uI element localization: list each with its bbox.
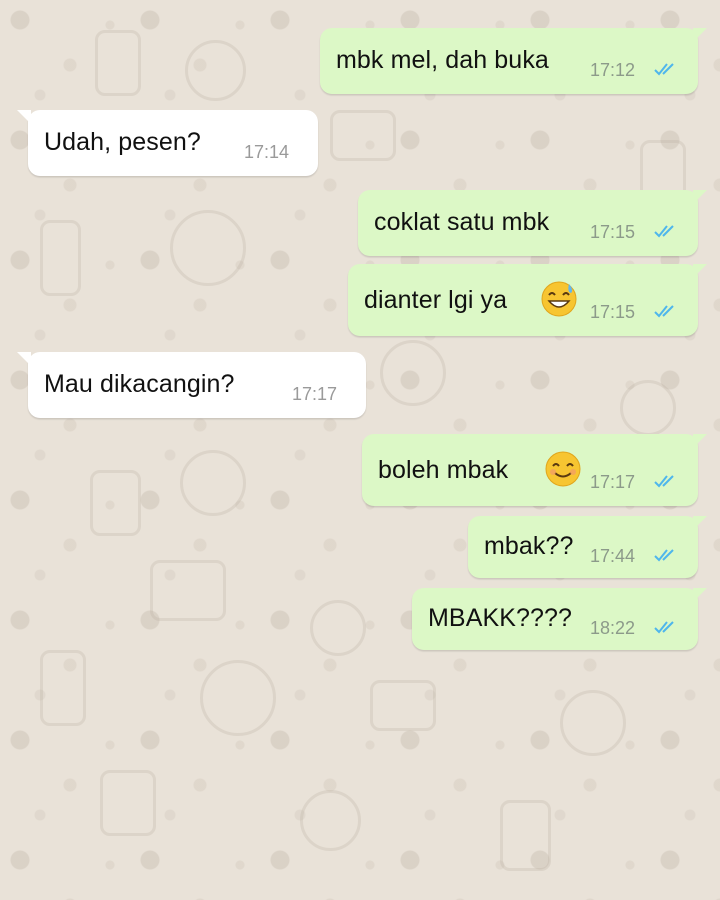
read-ticks-icon [654,63,674,76]
read-ticks-icon [654,225,674,238]
smiling-eyes-emoji [545,451,581,487]
message-time: 17:12 [590,60,636,80]
outgoing-message[interactable]: dianter lgi ya 17:15 [348,264,707,336]
message-text: boleh mbak [378,456,509,484]
message-time: 17:14 [244,142,290,162]
message-text: coklat satu mbk [374,208,550,236]
message-text: mbak?? [484,532,574,560]
message-text: dianter lgi ya [364,286,508,314]
message-time: 17:17 [590,472,636,492]
outgoing-message[interactable]: coklat satu mbk 17:15 [358,190,707,256]
grinning-sweat-emoji [541,281,577,317]
message-time: 17:15 [590,302,636,322]
message-time: 18:22 [590,618,636,638]
read-ticks-icon [654,305,674,318]
outgoing-message[interactable]: mbak?? 17:44 [468,516,707,578]
outgoing-message[interactable]: MBAKK???? 18:22 [412,588,707,650]
outgoing-message[interactable]: mbk mel, dah buka 17:12 [320,28,707,94]
read-ticks-icon [654,475,674,488]
message-text: Udah, pesen? [44,128,201,156]
read-ticks-icon [654,621,674,634]
incoming-message[interactable]: Mau dikacangin? 17:17 [17,352,366,418]
message-time: 17:17 [292,384,338,404]
message-time: 17:44 [590,546,636,566]
read-ticks-icon [654,549,674,562]
chat-thread: mbk mel, dah buka 17:12 Udah, pesen? 17:… [0,0,720,900]
message-time: 17:15 [590,222,636,242]
message-text: Mau dikacangin? [44,370,235,398]
message-text: MBAKK???? [428,604,573,632]
outgoing-message[interactable]: boleh mbak 17:17 [362,434,707,506]
incoming-message[interactable]: Udah, pesen? 17:14 [17,110,318,176]
message-text: mbk mel, dah buka [336,46,549,74]
